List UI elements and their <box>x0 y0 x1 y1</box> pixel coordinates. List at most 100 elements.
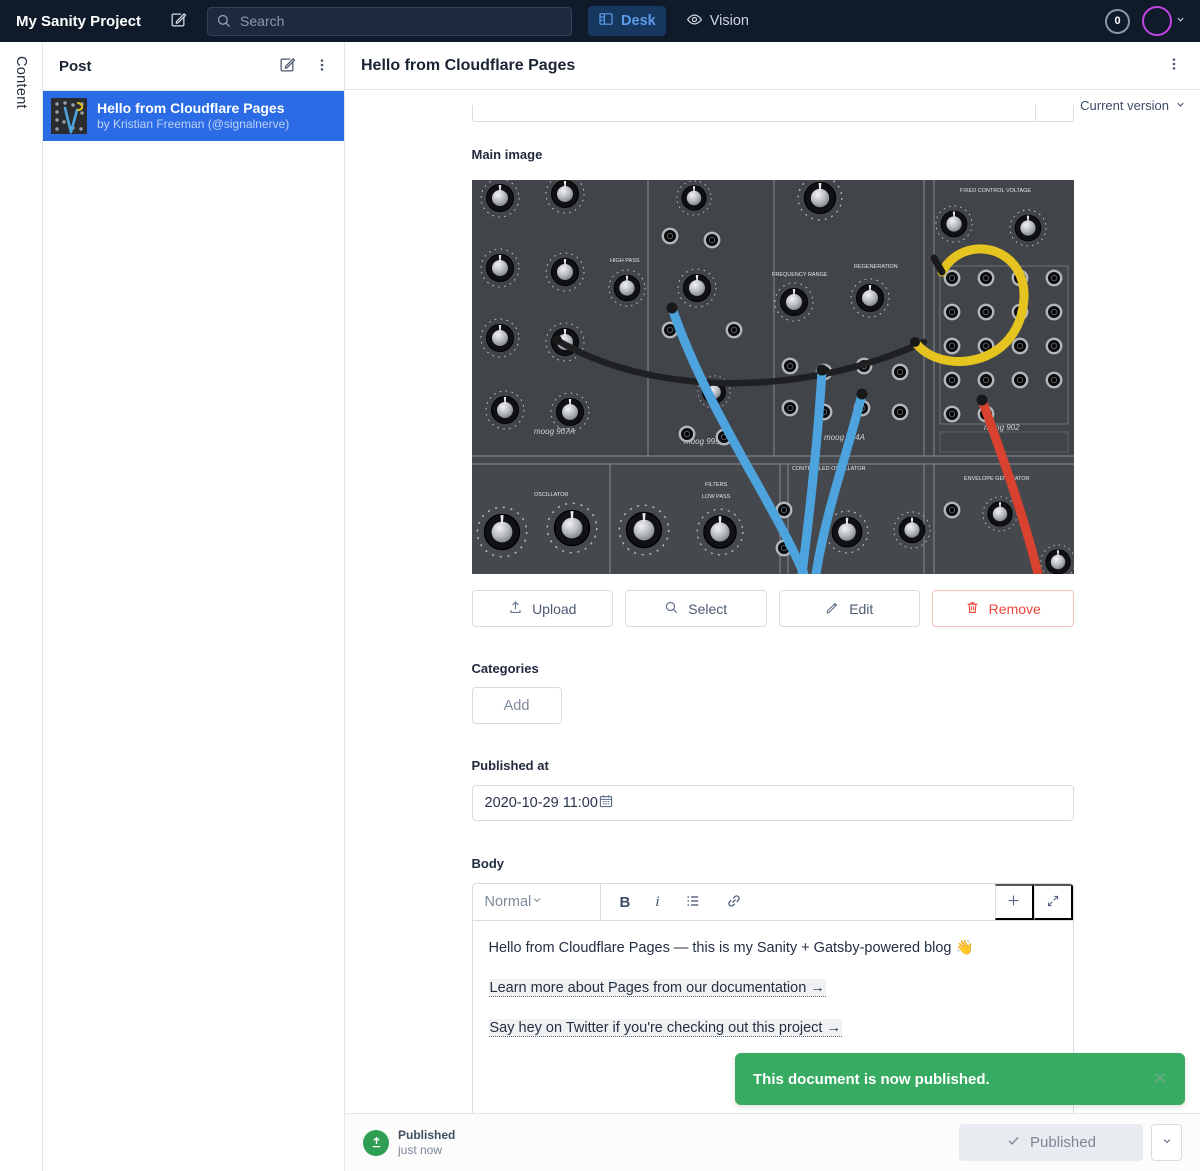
page-title: Hello from Cloudflare Pages <box>361 57 575 75</box>
link-button[interactable] <box>726 893 742 912</box>
document-form: Current version Main image <box>345 90 1200 1113</box>
bold-button[interactable]: B <box>620 894 631 911</box>
kebab-icon <box>314 57 330 76</box>
slug-field-cutoff[interactable] <box>472 105 1074 122</box>
svg-text:moog 904A: moog 904A <box>824 433 865 442</box>
published-at-input[interactable]: 2020-10-29 11:00 <box>472 785 1074 821</box>
expand-icon <box>1046 894 1060 911</box>
body-label: Body <box>472 856 1074 871</box>
image-actions: Upload Select <box>472 590 1074 627</box>
main-image-label: Main image <box>472 147 1074 162</box>
list-item-post[interactable]: Hello from Cloudflare Pages by Kristian … <box>43 91 344 141</box>
close-icon <box>1151 1069 1169 1090</box>
avatar <box>1142 6 1172 36</box>
plus-icon <box>1006 893 1021 911</box>
body-content[interactable]: Hello from Cloudflare Pages — this is my… <box>473 921 1073 1075</box>
post-thumbnail <box>51 98 87 134</box>
svg-text:REGENERATION: REGENERATION <box>854 264 898 270</box>
calendar-icon[interactable] <box>598 793 614 813</box>
upload-icon <box>508 600 523 618</box>
italic-button[interactable]: i <box>655 894 659 911</box>
tool-tabs: Desk Vision <box>588 6 759 36</box>
expand-button[interactable] <box>1034 884 1073 920</box>
version-selector[interactable]: Current version <box>1080 98 1186 113</box>
body-toolbar: Normal B i <box>473 884 1073 921</box>
compose-icon <box>169 11 187 32</box>
bullet-list-icon <box>685 893 701 912</box>
svg-text:CONTROLLED OSCILLATOR: CONTROLLED OSCILLATOR <box>792 466 865 472</box>
toast-dismiss-button[interactable] <box>1151 1069 1169 1090</box>
user-menu[interactable] <box>1142 6 1186 36</box>
svg-text:FILTERS: FILTERS <box>705 482 728 488</box>
chevron-down-icon <box>1175 12 1186 30</box>
svg-text:LOW PASS: LOW PASS <box>702 494 731 500</box>
post-panel-header: Post <box>43 42 344 91</box>
publish-menu-button[interactable] <box>1151 1124 1182 1161</box>
content-rail-label: Content <box>13 56 29 1171</box>
tab-vision[interactable]: Vision <box>676 6 759 36</box>
status-count-badge[interactable]: 0 <box>1105 9 1130 34</box>
published-at-value: 2020-10-29 11:00 <box>485 795 598 811</box>
post-list-panel: Post <box>43 42 345 1171</box>
document-footer: Published just now Published <box>345 1113 1200 1171</box>
select-button[interactable]: Select <box>625 590 767 627</box>
document-panel: Hello from Cloudflare Pages Current vers… <box>345 42 1200 1171</box>
panel-menu-button[interactable] <box>312 55 332 78</box>
publish-status-time: just now <box>398 1143 455 1157</box>
toolbar-right <box>995 884 1073 920</box>
app-body: Content Post <box>0 42 1200 1171</box>
publish-toast: This document is now published. <box>735 1053 1185 1105</box>
post-item-subtitle: by Kristian Freeman (@signalnerve) <box>97 117 289 132</box>
svg-text:FREQUENCY RANGE: FREQUENCY RANGE <box>772 272 828 278</box>
trash-icon <box>965 600 980 618</box>
chevron-down-icon <box>1161 1135 1173 1150</box>
format-tools: B i <box>620 884 742 920</box>
body-link-twitter[interactable]: Say hey on Twitter if you're checking ou… <box>489 1019 842 1037</box>
desk-icon <box>598 11 614 31</box>
svg-text:OSCILLATOR: OSCILLATOR <box>534 492 568 498</box>
bullet-list-button[interactable] <box>685 893 701 912</box>
post-item-text: Hello from Cloudflare Pages by Kristian … <box>97 100 289 132</box>
search-box <box>207 7 572 36</box>
project-title: My Sanity Project <box>16 13 141 30</box>
publish-status: Published just now <box>363 1128 455 1157</box>
navbar-right: 0 <box>1105 6 1186 36</box>
tab-desk[interactable]: Desk <box>588 6 666 36</box>
publish-status-text: Published just now <box>398 1128 455 1157</box>
check-icon <box>1006 1133 1021 1152</box>
field-divider <box>1035 105 1036 121</box>
link-icon <box>726 893 742 912</box>
body-paragraph: Hello from Cloudflare Pages — this is my… <box>489 938 1057 959</box>
eye-icon <box>686 11 703 32</box>
svg-text:HIGH PASS: HIGH PASS <box>610 258 640 264</box>
svg-text:FIXED CONTROL VOLTAGE: FIXED CONTROL VOLTAGE <box>960 188 1031 194</box>
publish-button[interactable]: Published <box>959 1124 1143 1161</box>
pencil-icon <box>825 600 840 618</box>
search-icon <box>664 600 679 618</box>
insert-button[interactable] <box>995 884 1034 920</box>
create-post-button[interactable] <box>276 54 298 79</box>
main-image-preview[interactable]: moog 907A moog 995 moog 904A moog 902 HI… <box>472 180 1074 574</box>
published-icon <box>363 1130 389 1156</box>
svg-text:ENVELOPE GENERATOR: ENVELOPE GENERATOR <box>964 476 1030 482</box>
body-link-docs[interactable]: Learn more about Pages from our document… <box>489 979 826 997</box>
sanity-studio: My Sanity Project <box>0 0 1200 1171</box>
panel-title: Post <box>59 58 92 75</box>
footer-actions: Published <box>959 1124 1182 1161</box>
text-style-select[interactable]: Normal <box>473 884 601 920</box>
content-rail[interactable]: Content <box>0 42 43 1171</box>
toast-message: This document is now published. <box>753 1071 990 1088</box>
new-document-button[interactable] <box>165 8 191 34</box>
upload-button[interactable]: Upload <box>472 590 614 627</box>
publish-status-title: Published <box>398 1128 455 1143</box>
remove-button[interactable]: Remove <box>932 590 1074 627</box>
top-navbar: My Sanity Project <box>0 0 1200 42</box>
published-at-label: Published at <box>472 758 1074 773</box>
categories-label: Categories <box>472 661 1074 676</box>
compose-icon <box>278 56 296 77</box>
post-item-title: Hello from Cloudflare Pages <box>97 100 289 117</box>
search-input[interactable] <box>207 7 572 36</box>
add-category-button[interactable]: Add <box>472 687 562 724</box>
document-menu-button[interactable] <box>1164 54 1184 77</box>
edit-button[interactable]: Edit <box>779 590 921 627</box>
